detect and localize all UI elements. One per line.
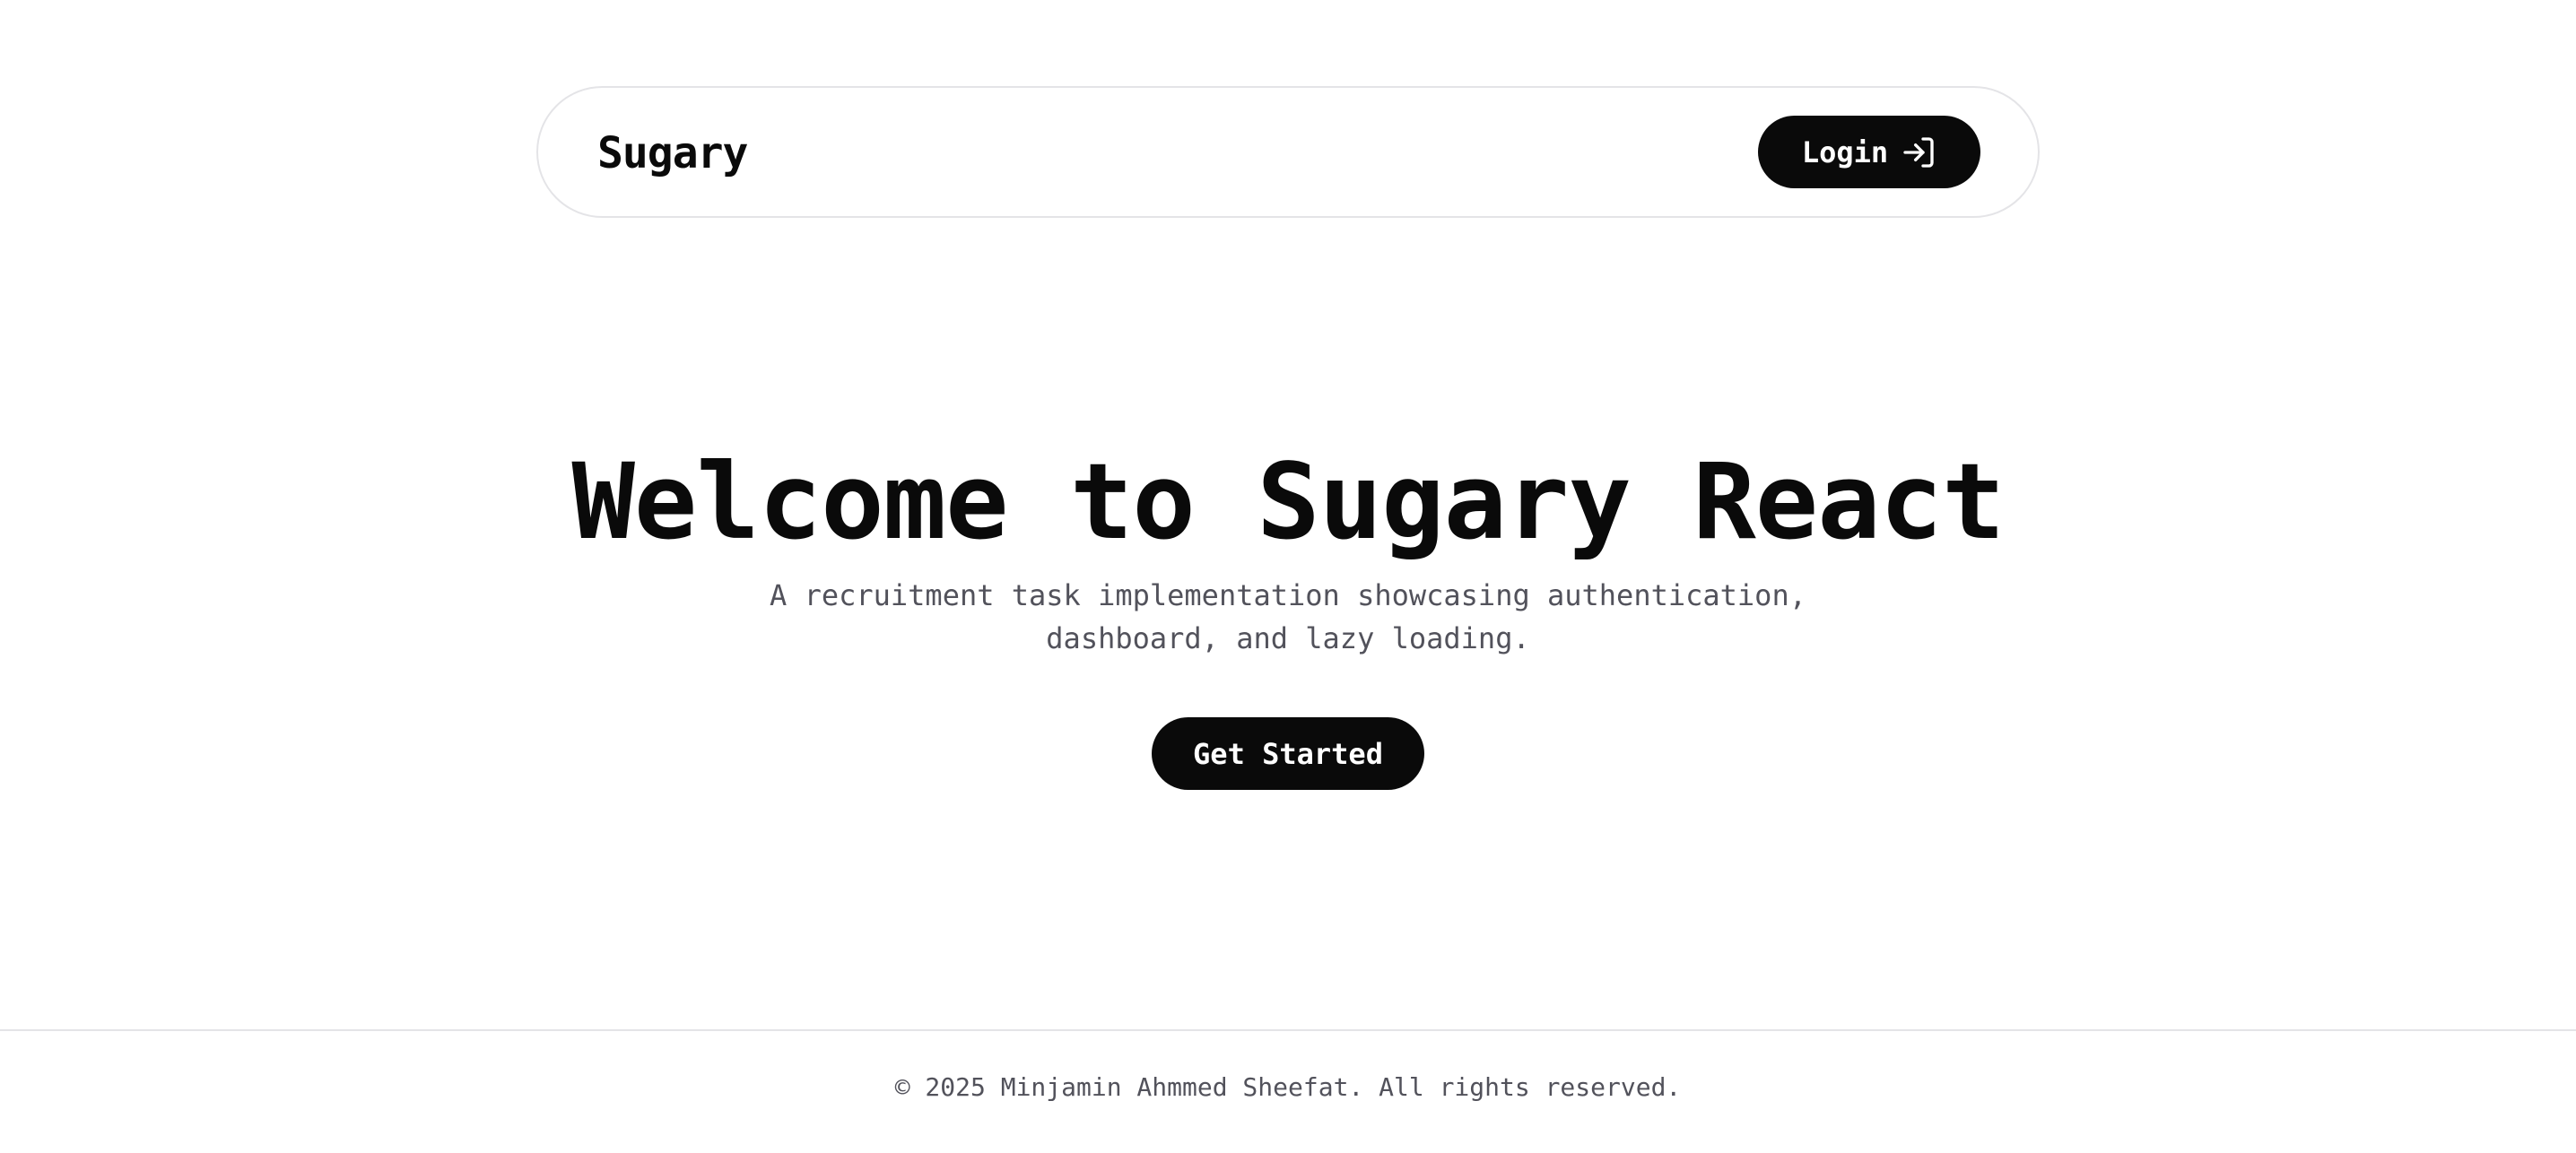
log-in-icon [1901,134,1936,170]
copyright-text: © 2025 Minjamin Ahmmed Sheefat. All righ… [894,1072,1682,1102]
hero-section: Welcome to Sugary React A recruitment ta… [0,439,2576,790]
navbar: Sugary Login [536,86,2040,218]
footer-divider [0,1029,2576,1031]
login-button[interactable]: Login [1758,116,1980,188]
login-button-label: Login [1801,134,1889,169]
footer: © 2025 Minjamin Ahmmed Sheefat. All righ… [0,1072,2576,1102]
hero-title: Welcome to Sugary React [571,440,2005,563]
get-started-button[interactable]: Get Started [1152,717,1424,790]
brand-logo[interactable]: Sugary [597,128,748,178]
get-started-label: Get Started [1193,736,1383,771]
hero-subtitle: A recruitment task implementation showca… [770,578,1806,655]
